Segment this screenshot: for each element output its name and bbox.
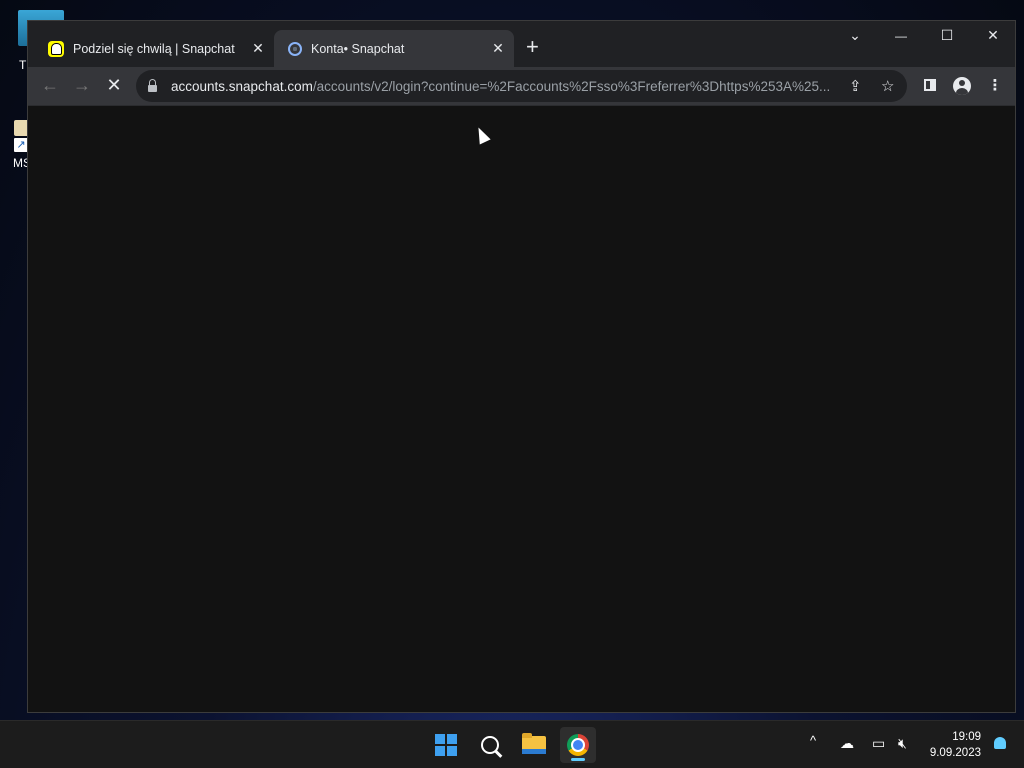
chrome-taskbar-button[interactable] <box>560 727 596 763</box>
url-text[interactable]: accounts.snapchat.com/accounts/v2/login?… <box>171 79 841 94</box>
search-button[interactable] <box>472 727 508 763</box>
system-clock[interactable]: 19:09 9.09.2023 <box>930 729 981 761</box>
taskbar: ^ ☁ ▭ 🔇︎ 19:09 9.09.2023 <box>0 720 1024 768</box>
file-explorer-button[interactable] <box>516 727 552 763</box>
close-icon[interactable]: ✕ <box>248 40 268 57</box>
url-host: accounts.snapchat.com <box>171 78 313 94</box>
side-panel-icon[interactable] <box>924 79 936 91</box>
tab-search-icon[interactable]: ⌄ <box>843 27 867 44</box>
window-close-button[interactable]: ✕ <box>981 27 1005 44</box>
tab-snapchat-share[interactable]: Podziel się chwilą | Snapchat ✕ <box>28 30 274 67</box>
snapchat-ghost-icon <box>48 40 64 57</box>
notification-bell-icon[interactable] <box>994 737 1006 749</box>
tab-title: Podziel się chwilą | Snapchat <box>73 41 235 56</box>
url-path: /accounts/v2/login?continue=%2Faccounts%… <box>312 78 831 94</box>
new-tab-button[interactable]: + <box>526 36 539 58</box>
address-bar[interactable]: accounts.snapchat.com/accounts/v2/login?… <box>136 70 907 102</box>
search-icon <box>481 736 499 754</box>
back-button[interactable]: ← <box>39 75 61 95</box>
clock-time: 19:09 <box>952 731 981 743</box>
loading-globe-icon <box>288 41 302 56</box>
profile-avatar-icon[interactable] <box>953 77 971 95</box>
close-icon[interactable]: ✕ <box>488 40 508 57</box>
active-indicator <box>571 758 585 761</box>
chrome-icon <box>567 734 589 756</box>
lock-icon[interactable] <box>148 78 157 92</box>
network-icon[interactable]: ▭ <box>872 735 885 752</box>
tray-overflow-chevron-icon[interactable]: ^ <box>810 733 816 748</box>
page-content[interactable] <box>28 106 1015 712</box>
volume-muted-icon[interactable]: 🔇︎ <box>898 735 907 752</box>
tab-strip: Podziel się chwilą | Snapchat ✕ Konta• S… <box>28 21 1015 67</box>
maximize-button[interactable]: ☐ <box>935 27 959 44</box>
mouse-cursor-icon <box>473 124 491 145</box>
tab-title: Konta• Snapchat <box>311 41 405 56</box>
shortcut-arrow-icon: ↗ <box>14 138 28 152</box>
bookmark-star-icon[interactable]: ☆ <box>881 77 894 95</box>
tab-snapchat-accounts[interactable]: Konta• Snapchat ✕ <box>274 30 514 67</box>
start-button[interactable] <box>428 727 464 763</box>
menu-kebab-icon[interactable]: ⋮ <box>985 76 1005 94</box>
share-icon[interactable]: ⇪ <box>849 77 862 95</box>
browser-toolbar: ← → ✕ accounts.snapchat.com/accounts/v2/… <box>28 67 1015 106</box>
clock-date: 9.09.2023 <box>929 747 981 759</box>
folder-icon <box>522 733 546 754</box>
forward-button[interactable]: → <box>71 75 93 95</box>
browser-window: Podziel się chwilą | Snapchat ✕ Konta• S… <box>27 20 1016 713</box>
stop-loading-button[interactable]: ✕ <box>103 75 125 95</box>
onedrive-offline-icon[interactable]: ☁ <box>840 735 854 752</box>
windows-logo-icon <box>435 734 457 756</box>
minimize-button[interactable]: — <box>889 29 913 43</box>
